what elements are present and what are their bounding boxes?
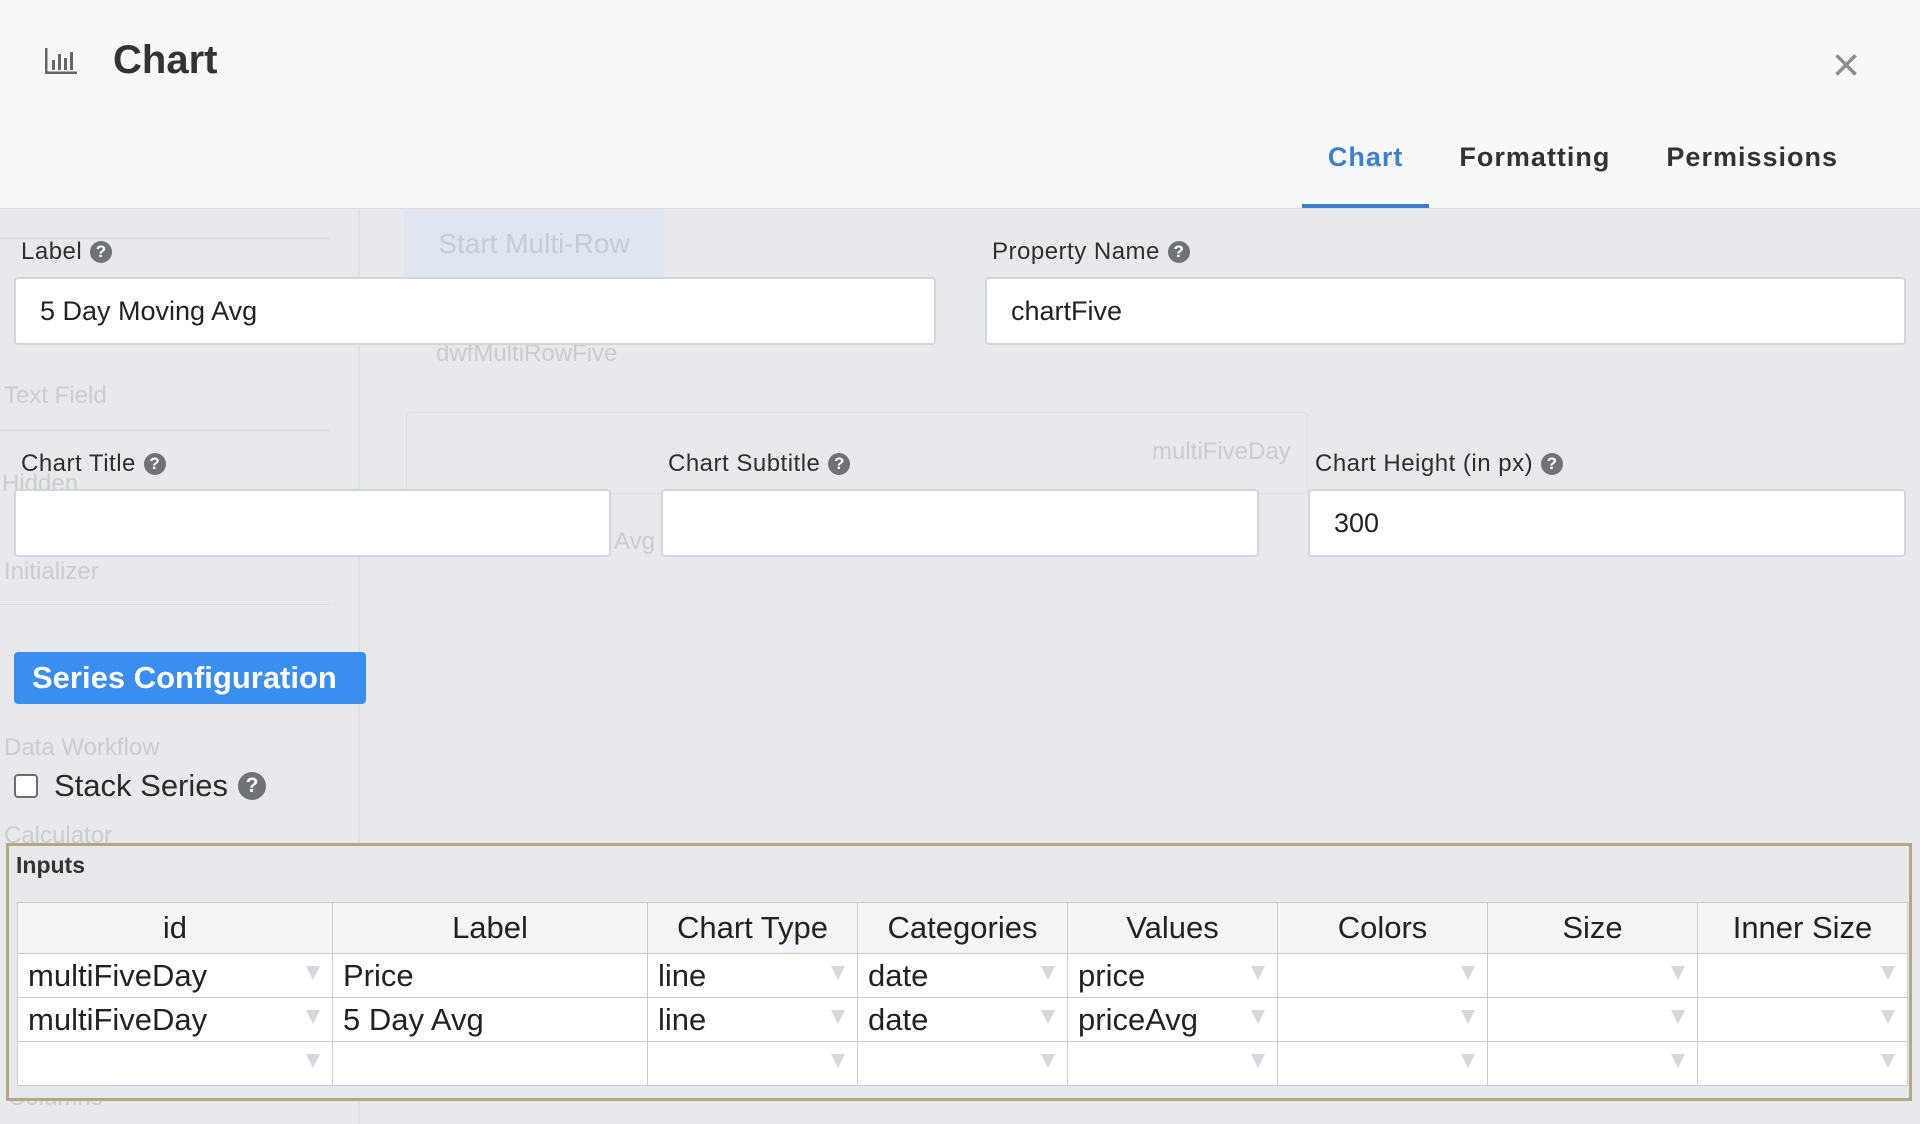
table-row: [17, 1041, 1908, 1086]
inputs-panel: Inputs id Label Chart Type Categories Va…: [6, 843, 1912, 1101]
modal-title: Chart: [113, 38, 218, 82]
table-cell-select[interactable]: price: [1067, 953, 1278, 998]
dropdown-arrow-icon: [1671, 1010, 1685, 1024]
dropdown-arrow-icon: [1251, 1010, 1265, 1024]
modal-header: Chart × Chart Formatting Permissions: [0, 0, 1920, 209]
chart-title-label: Chart Title ?: [21, 450, 166, 478]
table-cell-select[interactable]: line: [647, 953, 858, 998]
inputs-title: Inputs: [16, 852, 85, 878]
column-header: Colors: [1277, 902, 1488, 954]
column-header: Inner Size: [1697, 902, 1908, 954]
column-header: Size: [1487, 902, 1698, 954]
table-cell-select[interactable]: priceAvg: [1067, 997, 1278, 1042]
table-cell-select[interactable]: date: [857, 953, 1068, 998]
tab-chart[interactable]: Chart: [1301, 128, 1430, 208]
dropdown-arrow-icon: [1881, 1010, 1895, 1024]
dropdown-arrow-icon: [1461, 1054, 1475, 1068]
background-avg: Avg: [614, 528, 655, 555]
dropdown-arrow-icon: [1671, 1054, 1685, 1068]
table-cell-select[interactable]: [1277, 953, 1488, 998]
dropdown-arrow-icon: [831, 966, 845, 980]
table-cell-select[interactable]: [1487, 953, 1698, 998]
background-start-multirow-button: Start Multi-Row: [404, 210, 664, 278]
dropdown-arrow-icon: [831, 1054, 845, 1068]
dropdown-arrow-icon: [306, 966, 320, 980]
tab-permissions[interactable]: Permissions: [1640, 128, 1864, 208]
help-icon[interactable]: ?: [828, 453, 851, 475]
tab-formatting[interactable]: Formatting: [1433, 128, 1636, 208]
dropdown-arrow-icon: [1251, 1054, 1265, 1068]
dropdown-arrow-icon: [1461, 1010, 1475, 1024]
column-header: id: [17, 902, 333, 954]
dropdown-arrow-icon: [831, 1010, 845, 1024]
background-multifiveday: multiFiveDay: [1152, 438, 1291, 465]
table-cell-select[interactable]: [1697, 1041, 1908, 1086]
table-cell-select[interactable]: [1277, 997, 1488, 1042]
dropdown-arrow-icon: [1881, 966, 1895, 980]
table-row: multiFiveDay 5 Day Avg line date priceAv…: [17, 997, 1908, 1042]
chart-title-input[interactable]: [14, 489, 611, 557]
table-cell-select[interactable]: [857, 1041, 1068, 1086]
help-icon[interactable]: ?: [90, 241, 113, 263]
label-input[interactable]: [14, 277, 936, 345]
help-icon[interactable]: ?: [1541, 453, 1564, 475]
chart-subtitle-label: Chart Subtitle ?: [668, 450, 851, 478]
dropdown-arrow-icon: [1251, 966, 1265, 980]
table-cell-select[interactable]: [17, 1041, 333, 1086]
bar-chart-icon: [45, 48, 77, 74]
table-cell-select[interactable]: multiFiveDay: [17, 997, 333, 1042]
background-data-workflow: Data Workflow: [4, 734, 160, 761]
background-initializer: Initializer: [4, 558, 99, 585]
help-icon[interactable]: ?: [1167, 241, 1190, 263]
dropdown-arrow-icon: [1461, 966, 1475, 980]
column-header: Categories: [857, 902, 1068, 954]
tab-bar: Chart Formatting Permissions: [1298, 128, 1864, 208]
dropdown-arrow-icon: [306, 1054, 320, 1068]
table-cell-select[interactable]: [1067, 1041, 1278, 1086]
column-header: Chart Type: [647, 902, 858, 954]
table-cell-select[interactable]: [1487, 1041, 1698, 1086]
dropdown-arrow-icon: [1881, 1054, 1895, 1068]
table-header-row: id Label Chart Type Categories Values Co…: [17, 902, 1908, 954]
help-icon[interactable]: ?: [238, 772, 267, 800]
dropdown-arrow-icon: [1671, 966, 1685, 980]
table-cell-select[interactable]: line: [647, 997, 858, 1042]
column-header: Values: [1067, 902, 1278, 954]
stack-series-checkbox[interactable]: [14, 774, 38, 798]
inputs-table: id Label Chart Type Categories Values Co…: [17, 902, 1908, 1086]
label-field-label: Label ?: [21, 238, 113, 266]
chart-height-input[interactable]: [1308, 489, 1906, 557]
table-cell-select[interactable]: [1697, 953, 1908, 998]
property-name-input[interactable]: [985, 277, 1906, 345]
table-cell-select[interactable]: date: [857, 997, 1068, 1042]
table-cell-select[interactable]: [647, 1041, 858, 1086]
close-icon[interactable]: ×: [1826, 42, 1866, 90]
dropdown-arrow-icon: [1041, 966, 1055, 980]
table-row: multiFiveDay Price line date price: [17, 953, 1908, 998]
table-cell[interactable]: Price: [332, 953, 648, 998]
table-cell-select[interactable]: [1487, 997, 1698, 1042]
table-cell-select[interactable]: multiFiveDay: [17, 953, 333, 998]
table-cell[interactable]: 5 Day Avg: [332, 997, 648, 1042]
dropdown-arrow-icon: [306, 1010, 320, 1024]
dropdown-arrow-icon: [1041, 1054, 1055, 1068]
table-cell-select[interactable]: [1277, 1041, 1488, 1086]
series-configuration-button[interactable]: Series Configuration: [14, 652, 366, 704]
chart-height-label: Chart Height (in px) ?: [1315, 450, 1564, 478]
stack-series-label: Stack Series: [54, 768, 229, 803]
table-cell-select[interactable]: [1697, 997, 1908, 1042]
column-header: Label: [332, 902, 648, 954]
stack-series-row: Stack Series ?: [14, 768, 267, 804]
table-cell[interactable]: [332, 1041, 648, 1086]
background-text-field: Text Field: [4, 382, 107, 409]
help-icon[interactable]: ?: [143, 453, 166, 475]
dropdown-arrow-icon: [1041, 1010, 1055, 1024]
property-name-label: Property Name ?: [992, 238, 1190, 266]
background-box: [406, 412, 1308, 494]
chart-subtitle-input[interactable]: [661, 489, 1259, 557]
